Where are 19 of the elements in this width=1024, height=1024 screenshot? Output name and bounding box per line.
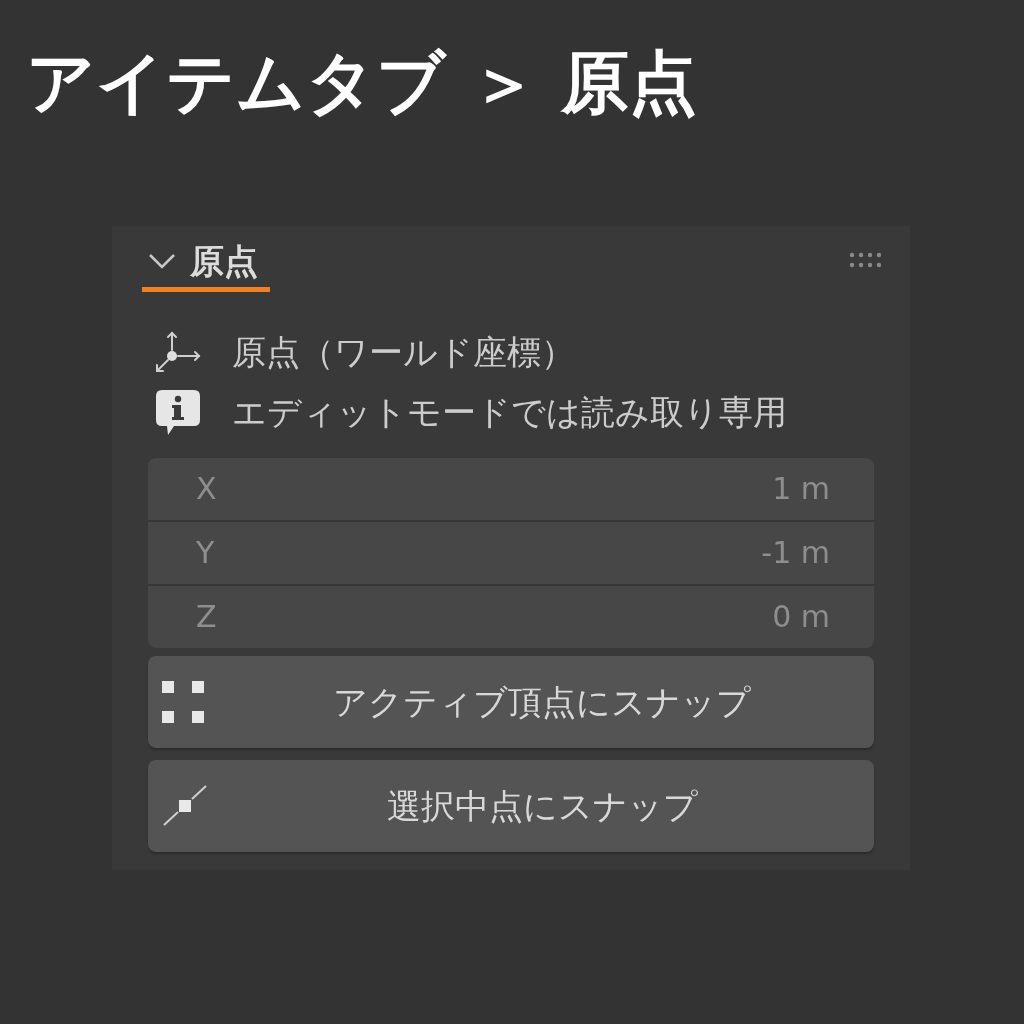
chevron-down-icon[interactable] [148,253,176,269]
section-label: 原点（ワールド座標） [232,331,575,374]
origin-axes-icon [154,330,202,374]
grip-dots-icon[interactable] [849,252,882,268]
info-message: エディットモードでは読み取り専用 [232,391,787,434]
panel-header-tab[interactable]: 原点 [142,240,270,292]
field-value: -1 m [761,534,830,572]
field-value: 1 m [772,470,830,508]
snap-button[interactable]: アクティブ頂点にスナップ [148,656,874,748]
page-heading: アイテムタブ ＞ 原点 [26,42,698,124]
axis-label: X [196,470,217,508]
panel-title: 原点 [190,240,258,282]
field-value: 0 m [772,598,830,636]
axis-label: Z [196,598,217,636]
axis-label: Y [196,534,215,572]
snap-button[interactable]: 選択中点にスナップ [148,760,874,852]
midpoint-line-icon [162,785,208,827]
four-squares-icon [162,681,204,723]
info-icon [154,388,202,436]
